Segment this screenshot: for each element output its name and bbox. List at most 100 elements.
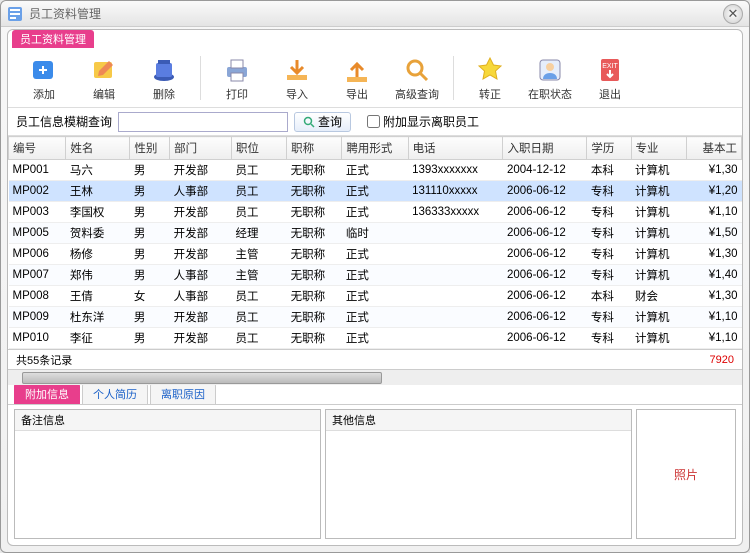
cell: MP007: [9, 265, 66, 286]
cell: 贺料委: [66, 223, 130, 244]
cell: 计算机: [631, 160, 686, 181]
column-header[interactable]: 基本工: [686, 137, 741, 160]
cell: 2004-12-12: [503, 160, 587, 181]
cell: 女: [130, 286, 170, 307]
column-header[interactable]: 聘用形式: [342, 137, 408, 160]
titlebar[interactable]: 员工资料管理 ✕: [1, 1, 749, 27]
delete-button[interactable]: 删除: [136, 50, 192, 106]
print-button[interactable]: 打印: [209, 50, 265, 106]
cell: MP010: [9, 328, 66, 349]
cell: ¥1,50: [686, 223, 741, 244]
cell: 专科: [587, 328, 631, 349]
export-button[interactable]: 导出: [329, 50, 385, 106]
cell: 2006-06-12: [503, 202, 587, 223]
employee-table: 编号姓名性别部门职位职称聘用形式电话入职日期学历专业基本工 MP001马六男开发…: [8, 136, 742, 349]
cell: 郑伟: [66, 265, 130, 286]
search-icon: [401, 54, 433, 86]
cell: 计算机: [631, 223, 686, 244]
show-resigned-input[interactable]: [367, 115, 380, 128]
column-header[interactable]: 编号: [9, 137, 66, 160]
cell: 李征: [66, 328, 130, 349]
cell: 计算机: [631, 307, 686, 328]
window-title: 员工资料管理: [29, 5, 101, 22]
table-row[interactable]: MP005贺料委男开发部经理无职称临时2006-06-12专科计算机¥1,50: [9, 223, 742, 244]
search-label: 员工信息模糊查询: [16, 113, 112, 130]
cell: 员工: [231, 286, 286, 307]
cell: 主管: [231, 265, 286, 286]
promote-button[interactable]: 转正: [462, 50, 518, 106]
cell: 正式: [342, 286, 408, 307]
show-resigned-checkbox[interactable]: 附加显示离职员工: [367, 113, 479, 130]
scrollbar-thumb[interactable]: [22, 372, 382, 384]
table-row[interactable]: MP003李国权男开发部员工无职称正式136333xxxxx2006-06-12…: [9, 202, 742, 223]
cell: ¥1,30: [686, 286, 741, 307]
cell: 开发部: [170, 328, 232, 349]
search-input[interactable]: [118, 112, 288, 132]
cell: [408, 328, 503, 349]
cell: 杜东洋: [66, 307, 130, 328]
add-button[interactable]: 添加: [16, 50, 72, 106]
cell: 专科: [587, 244, 631, 265]
star-icon: [474, 54, 506, 86]
column-header[interactable]: 入职日期: [503, 137, 587, 160]
table-row[interactable]: MP007郑伟男人事部主管无职称正式2006-06-12专科计算机¥1,40: [9, 265, 742, 286]
exit-icon: EXIT: [594, 54, 626, 86]
column-header[interactable]: 部门: [170, 137, 232, 160]
column-header[interactable]: 专业: [631, 137, 686, 160]
tab-leave-reason[interactable]: 离职原因: [150, 383, 216, 404]
column-header[interactable]: 姓名: [66, 137, 130, 160]
edit-button[interactable]: 编辑: [76, 50, 132, 106]
column-header[interactable]: 职位: [231, 137, 286, 160]
other-title: 其他信息: [326, 410, 631, 431]
status-button[interactable]: 在职状态: [522, 50, 578, 106]
column-header[interactable]: 电话: [408, 137, 503, 160]
content: 员工资料管理 添加 编辑 删除 打印 导入: [7, 29, 743, 546]
table-row[interactable]: MP006杨修男开发部主管无职称正式2006-06-12专科计算机¥1,30: [9, 244, 742, 265]
cell: [408, 244, 503, 265]
cell: 无职称: [287, 202, 342, 223]
cell: 计算机: [631, 265, 686, 286]
cell: 男: [130, 181, 170, 202]
window-close-button[interactable]: ✕: [723, 4, 743, 24]
column-header[interactable]: 职称: [287, 137, 342, 160]
cell: 杨修: [66, 244, 130, 265]
cell: ¥1,40: [686, 265, 741, 286]
column-header[interactable]: 性别: [130, 137, 170, 160]
cell: 1393xxxxxxx: [408, 160, 503, 181]
exit-button[interactable]: EXIT 退出: [582, 50, 638, 106]
horizontal-scrollbar[interactable]: [8, 369, 742, 385]
table-row[interactable]: MP008王倩女人事部员工无职称正式2006-06-12本科财会¥1,30: [9, 286, 742, 307]
grid-scroll[interactable]: 编号姓名性别部门职位职称聘用形式电话入职日期学历专业基本工 MP001马六男开发…: [8, 136, 742, 349]
import-button[interactable]: 导入: [269, 50, 325, 106]
cell: 专科: [587, 181, 631, 202]
cell: 正式: [342, 244, 408, 265]
tab-extra-info[interactable]: 附加信息: [14, 383, 80, 404]
header-tab[interactable]: 员工资料管理: [12, 30, 94, 48]
search-button[interactable]: 查询: [294, 112, 351, 132]
cell: 男: [130, 160, 170, 181]
table-row[interactable]: MP002王林男人事部员工无职称正式131110xxxxx2006-06-12专…: [9, 181, 742, 202]
other-pane: 其他信息: [325, 409, 632, 539]
grid-footer: 共55条记录 7920: [8, 349, 742, 369]
advanced-search-button[interactable]: 高级查询: [389, 50, 445, 106]
cell: 正式: [342, 307, 408, 328]
cell: ¥1,30: [686, 244, 741, 265]
grid: 编号姓名性别部门职位职称聘用形式电话入职日期学历专业基本工 MP001马六男开发…: [8, 136, 742, 385]
tab-resume[interactable]: 个人简历: [82, 383, 148, 404]
cell: 员工: [231, 160, 286, 181]
cell: 2006-06-12: [503, 328, 587, 349]
remark-pane: 备注信息: [14, 409, 321, 539]
cell: 员工: [231, 307, 286, 328]
cell: 专科: [587, 265, 631, 286]
table-row[interactable]: MP010李征男开发部员工无职称正式2006-06-12专科计算机¥1,10: [9, 328, 742, 349]
table-row[interactable]: MP001马六男开发部员工无职称正式1393xxxxxxx2004-12-12本…: [9, 160, 742, 181]
column-header[interactable]: 学历: [587, 137, 631, 160]
cell: 无职称: [287, 223, 342, 244]
cell: 本科: [587, 160, 631, 181]
cell: 2006-06-12: [503, 286, 587, 307]
cell: 正式: [342, 181, 408, 202]
table-row[interactable]: MP009杜东洋男开发部员工无职称正式2006-06-12专科计算机¥1,10: [9, 307, 742, 328]
cell: 专科: [587, 307, 631, 328]
cell: ¥1,20: [686, 181, 741, 202]
cell: 正式: [342, 160, 408, 181]
